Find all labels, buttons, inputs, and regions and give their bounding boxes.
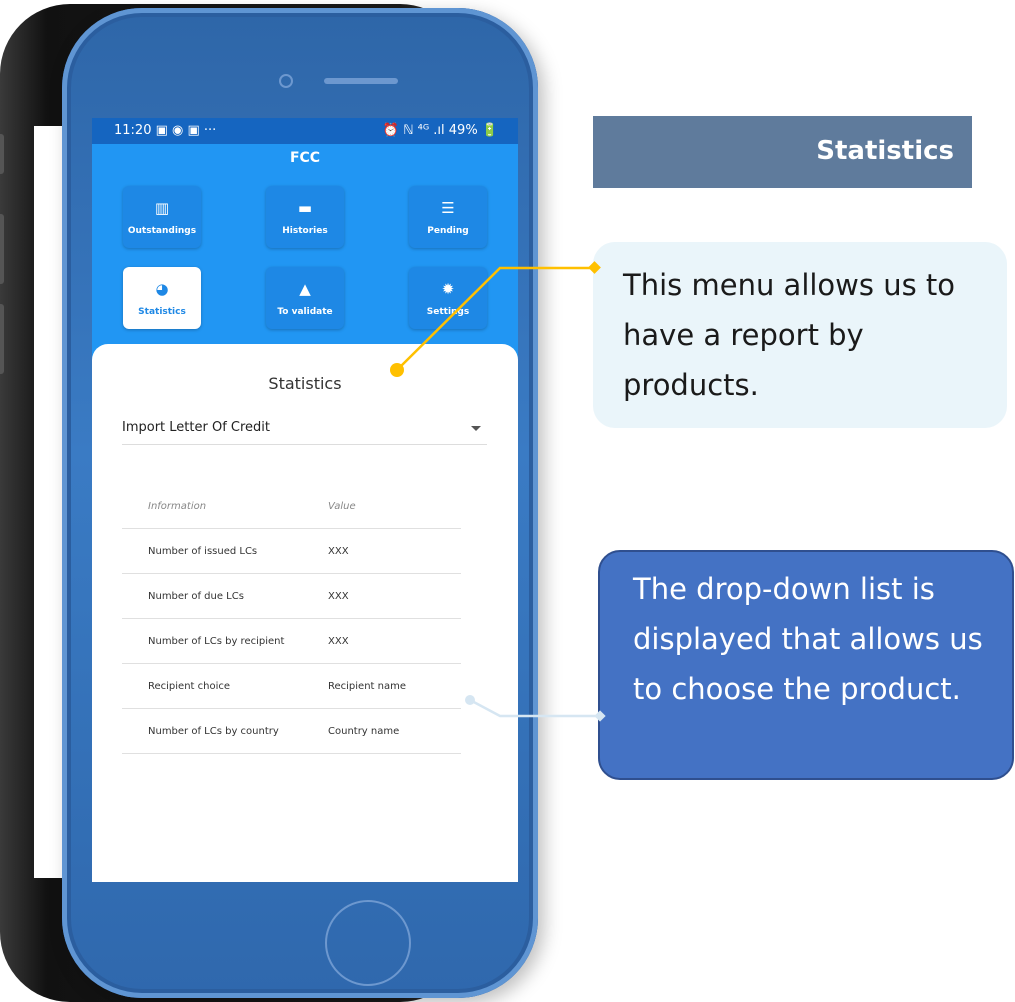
statistics-table: Information Value Number of issued LCs X… — [122, 484, 461, 754]
status-indicators: ⏰ ℕ ⁴ᴳ .ıl 49% 🔋 — [382, 123, 498, 138]
tile-pending[interactable]: ☰ Pending — [409, 186, 487, 248]
tile-to-validate[interactable]: ▲ To validate — [266, 267, 344, 329]
table-row: Number of issued LCs XXX — [122, 528, 461, 574]
row-value: XXX — [327, 573, 461, 619]
app-screen: 11:20 ▣ ◉ ▣ ··· ⏰ ℕ ⁴ᴳ .ıl 49% 🔋 FCC ▥ O… — [92, 118, 518, 882]
table-row: Number of LCs by country Country name — [122, 708, 461, 754]
menu-callout: This menu allows us to have a report by … — [593, 242, 1007, 428]
tile-outstandings[interactable]: ▥ Outstandings — [123, 186, 201, 248]
tile-label: Histories — [282, 226, 328, 236]
row-information: Number of due LCs — [122, 573, 327, 619]
menu-callout-text: This menu allows us to have a report by … — [623, 268, 956, 402]
table-row: Number of due LCs XXX — [122, 573, 461, 619]
row-value: XXX — [327, 618, 461, 664]
list-icon: ☰ — [441, 199, 455, 217]
warning-icon: ▲ — [299, 280, 311, 298]
tile-label: Outstandings — [127, 226, 197, 236]
section-header: Statistics — [593, 116, 972, 188]
row-information: Number of LCs by recipient — [122, 618, 327, 664]
tile-label: Settings — [426, 307, 470, 317]
side-button — [0, 134, 4, 174]
product-dropdown[interactable]: Import Letter Of Credit — [122, 420, 487, 445]
statistics-panel: Statistics Import Letter Of Credit Infor… — [92, 344, 518, 882]
chevron-down-icon[interactable] — [471, 426, 481, 431]
volume-down-button — [0, 304, 4, 374]
dropdown-callout: The drop-down list is displayed that all… — [598, 550, 1014, 780]
volume-up-button — [0, 214, 4, 284]
table-header-row: Information Value — [122, 484, 461, 529]
front-camera — [279, 74, 293, 88]
app-title: FCC — [289, 150, 321, 166]
row-value: Country name — [327, 708, 461, 754]
tile-histories[interactable]: ▬ Histories — [266, 186, 344, 248]
row-information: Number of LCs by country — [122, 708, 327, 754]
tile-label: Pending — [427, 226, 469, 236]
column-header-information: Information — [122, 484, 327, 529]
pie-chart-icon: ◕ — [155, 280, 169, 298]
tile-statistics[interactable]: ◕ Statistics — [123, 267, 201, 329]
section-header-title: Statistics — [816, 136, 954, 166]
table-row: Number of LCs by recipient XXX — [122, 618, 461, 664]
tile-label: Statistics — [138, 307, 186, 317]
bar-chart-icon: ▥ — [154, 199, 170, 217]
dropdown-value: Import Letter Of Credit — [122, 420, 270, 435]
panel-title: Statistics — [268, 374, 342, 393]
dropdown-callout-text: The drop-down list is displayed that all… — [633, 572, 983, 706]
row-information: Number of issued LCs — [122, 528, 327, 574]
tile-settings[interactable]: ✹ Settings — [409, 267, 487, 329]
table-row: Recipient choice Recipient name — [122, 663, 461, 709]
column-header-value: Value — [327, 484, 461, 529]
row-information: Recipient choice — [122, 663, 327, 709]
folder-icon: ▬ — [297, 199, 313, 217]
status-time: 11:20 ▣ ◉ ▣ ··· — [114, 123, 217, 138]
status-bar: 11:20 ▣ ◉ ▣ ··· ⏰ ℕ ⁴ᴳ .ıl 49% 🔋 — [92, 118, 518, 144]
tile-label: To validate — [277, 307, 333, 317]
home-button[interactable] — [325, 900, 411, 986]
row-value: Recipient name — [327, 663, 461, 709]
gear-icon: ✹ — [441, 280, 455, 298]
speaker-grille — [324, 78, 398, 84]
row-value: XXX — [327, 528, 461, 574]
